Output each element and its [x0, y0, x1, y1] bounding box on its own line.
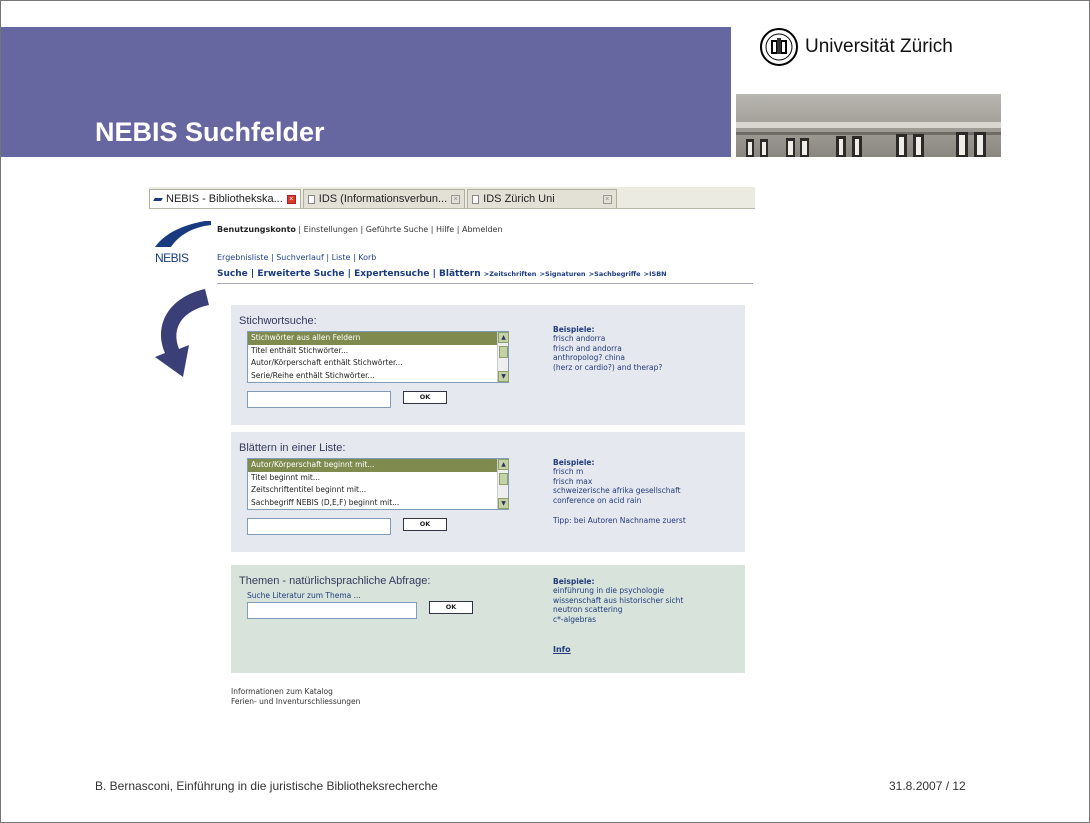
tab-label: IDS Zürich Uni: [483, 193, 555, 205]
nav-gefuehrte-suche[interactable]: Geführte Suche: [366, 225, 429, 234]
blaettern-ok-button[interactable]: OK: [403, 518, 447, 531]
example-item: neutron scattering: [553, 605, 623, 614]
nav-erweiterte-suche[interactable]: Erweiterte Suche: [257, 269, 344, 279]
account-nav: Benutzungskonto | Einstellungen | Geführ…: [217, 225, 503, 234]
nav-benutzungskonto[interactable]: Benutzungskonto: [217, 225, 296, 234]
footer-author: B. Bernasconi, Einführung in die juristi…: [95, 779, 438, 793]
example-item: (herz or cardio?) and therap?: [553, 362, 663, 372]
nav-zeitschriften[interactable]: >Zeitschriften: [484, 270, 537, 278]
tab-label: IDS (Informationsverbun...: [318, 193, 448, 205]
scroll-thumb[interactable]: [499, 346, 508, 358]
page-icon: [307, 194, 315, 204]
panel-title: Blättern in einer Liste:: [239, 442, 346, 454]
link-closures[interactable]: Ferien- und Inventurschliessungen: [231, 697, 360, 707]
blaettern-field-select[interactable]: Autor/Körperschaft beginnt mit... Titel …: [247, 458, 509, 510]
nav-isbn[interactable]: >ISBN: [644, 270, 667, 278]
example-item: c*-algebras: [553, 614, 596, 624]
nav-einstellungen[interactable]: Einstellungen: [304, 225, 358, 234]
search-nav: Suche | Erweiterte Suche | Expertensuche…: [217, 269, 667, 279]
example-item: frisch max: [553, 476, 593, 486]
nav-suche[interactable]: Suche: [217, 269, 248, 279]
university-logo: Universität Zürich: [759, 27, 953, 67]
blaettern-panel: Blättern in einer Liste: Autor/Körpersch…: [231, 432, 745, 552]
list-option[interactable]: Serie/Reihe enthält Stichwörter...: [248, 370, 508, 383]
nav-sachbegriffe[interactable]: >Sachbegriffe: [589, 270, 641, 278]
results-nav: Ergebnisliste | Suchverlauf | Liste | Ko…: [217, 253, 377, 262]
scroll-down-icon[interactable]: ▼: [498, 371, 509, 382]
nav-divider: [217, 283, 753, 284]
nav-ergebnisliste[interactable]: Ergebnisliste: [217, 253, 268, 262]
scroll-thumb[interactable]: [499, 473, 508, 485]
nav-abmelden[interactable]: Abmelden: [462, 225, 503, 234]
close-icon[interactable]: ×: [286, 194, 296, 204]
themen-input[interactable]: [247, 602, 417, 619]
slide-title: NEBIS Suchfelder: [95, 117, 325, 147]
example-item: einführung in die psychologie: [553, 586, 665, 595]
example-item: frisch andorra: [553, 334, 606, 343]
university-building-photo: [736, 94, 1001, 157]
close-icon[interactable]: ×: [602, 194, 612, 204]
example-item: schweizerische afrika gesellschaft: [553, 486, 681, 495]
examples-title: Beispiele:: [553, 458, 595, 467]
page-icon: [472, 194, 480, 204]
slide: NEBIS Suchfelder Universität Zürich NEBI…: [0, 0, 1090, 823]
examples-title: Beispiele:: [553, 577, 595, 586]
browser-tab-bar: NEBIS - Bibliothekskа... × IDS (Informat…: [149, 187, 755, 209]
scroll-down-icon[interactable]: ▼: [498, 498, 509, 509]
list-option[interactable]: Titel beginnt mit...: [248, 472, 508, 485]
tab-nebis[interactable]: NEBIS - Bibliothekskа... ×: [149, 189, 301, 208]
examples-title: Beispiele:: [553, 325, 595, 334]
nav-hilfe[interactable]: Hilfe: [436, 225, 454, 234]
tab-ids-zuerich[interactable]: IDS Zürich Uni ×: [467, 189, 617, 208]
example-item: anthropolog? china: [553, 353, 626, 362]
university-name: Universität Zürich: [805, 36, 953, 57]
nav-signaturen[interactable]: >Signaturen: [540, 270, 586, 278]
link-catalog-info[interactable]: Informationen zum Katalog: [231, 687, 360, 697]
example-item: frisch and andorra: [553, 343, 622, 353]
example-item: conference on acid rain: [553, 495, 642, 505]
university-seal-icon: [760, 28, 798, 66]
nav-blaettern[interactable]: Blättern: [439, 269, 481, 279]
panel-title: Themen - natürlichsprachliche Abfrage:: [239, 575, 431, 587]
nav-suchverlauf[interactable]: Suchverlauf: [276, 253, 324, 262]
themen-ok-button[interactable]: OK: [429, 601, 473, 614]
scrollbar[interactable]: ▲ ▼: [497, 459, 509, 509]
stichwort-field-select[interactable]: Stichwörter aus allen Feldern Titel enth…: [247, 331, 509, 383]
stichwort-ok-button[interactable]: OK: [403, 391, 447, 404]
nav-korb[interactable]: Korb: [358, 253, 376, 262]
tab-label: NEBIS - Bibliothekskа...: [166, 193, 283, 205]
nav-liste[interactable]: Liste: [332, 253, 351, 262]
info-link[interactable]: Info: [553, 645, 571, 654]
panel-title: Stichwortsuche:: [239, 315, 317, 327]
footer-page-info: 31.8.2007 / 12: [889, 779, 966, 793]
list-option[interactable]: Zeitschriftentitel beginnt mit...: [248, 484, 508, 497]
nav-expertensuche[interactable]: Expertensuche: [354, 269, 429, 279]
scroll-up-icon[interactable]: ▲: [498, 459, 509, 470]
themen-label: Suche Literatur zum Thema ...: [247, 591, 361, 600]
catalog-links: Informationen zum Katalog Ferien- und In…: [231, 687, 360, 707]
nebis-logo: [155, 221, 211, 247]
list-option[interactable]: Titel enthält Stichwörter...: [248, 345, 508, 358]
curved-arrow-icon: [155, 289, 209, 377]
tip-text: Tipp: bei Autoren Nachname zuerst: [553, 516, 686, 525]
scrollbar[interactable]: ▲ ▼: [497, 332, 509, 382]
stichwort-input[interactable]: [247, 391, 391, 408]
scroll-up-icon[interactable]: ▲: [498, 332, 509, 343]
list-option[interactable]: Autor/Körperschaft beginnt mit...: [248, 459, 508, 472]
nebis-logo-text: NEBIS: [155, 251, 189, 265]
list-option[interactable]: Stichwörter aus allen Feldern: [248, 332, 508, 345]
example-item: wissenschaft aus historischer sicht: [553, 595, 684, 605]
blaettern-input[interactable]: [247, 518, 391, 535]
browser-screenshot: NEBIS - Bibliothekskа... × IDS (Informat…: [149, 187, 755, 717]
list-option[interactable]: Sachbegriff NEBIS (D,E,F) beginnt mit...: [248, 497, 508, 510]
close-icon[interactable]: ×: [451, 194, 461, 204]
list-option[interactable]: Autor/Körperschaft enthält Stichwörter..…: [248, 357, 508, 370]
example-item: frisch m: [553, 467, 584, 476]
stichwort-panel: Stichwortsuche: Stichwörter aus allen Fe…: [231, 305, 745, 425]
nebis-favicon-icon: [153, 197, 163, 201]
tab-ids-verbund[interactable]: IDS (Informationsverbun... ×: [302, 189, 466, 208]
themen-panel: Themen - natürlichsprachliche Abfrage: S…: [231, 565, 745, 673]
